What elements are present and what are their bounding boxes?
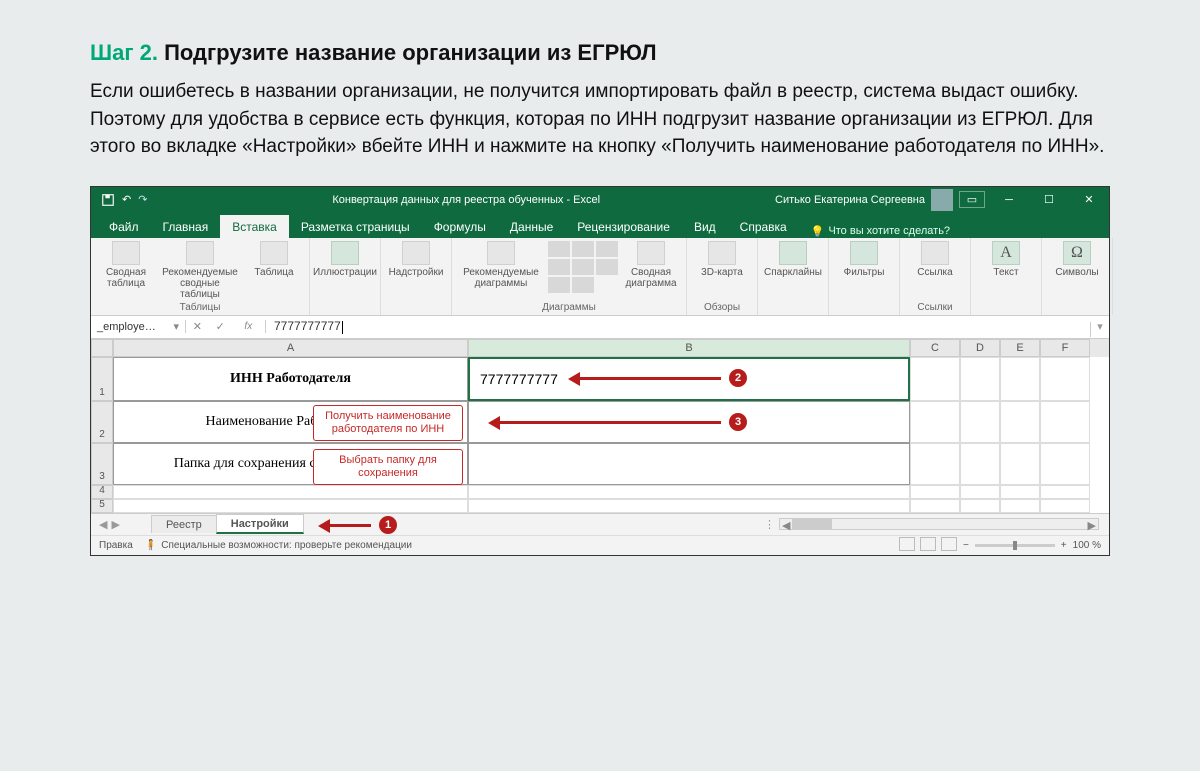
annotation-badge-2: 2	[729, 369, 747, 387]
close-button[interactable]: ✕	[1069, 187, 1109, 213]
cell-a1[interactable]: ИНН Работодателя	[113, 357, 468, 401]
choose-folder-button[interactable]: Выбрать папку для сохранения	[313, 449, 463, 485]
tab-home[interactable]: Главная	[151, 215, 221, 238]
avatar	[931, 189, 953, 211]
tab-insert[interactable]: Вставка	[220, 215, 289, 238]
ribbon: Сводная таблица Рекомендуемые сводные та…	[91, 238, 1109, 316]
pivot-table-button[interactable]: Сводная таблица	[99, 241, 153, 289]
col-header-a[interactable]: A	[113, 339, 468, 357]
view-pagelayout-icon[interactable]	[920, 537, 936, 551]
select-all-corner[interactable]	[91, 339, 113, 357]
cell-b3[interactable]	[468, 443, 910, 485]
pivot-chart-button[interactable]: Сводная диаграмма	[624, 241, 678, 289]
tab-help[interactable]: Справка	[728, 215, 799, 238]
row-header-4[interactable]: 4	[91, 485, 113, 499]
zoom-out-icon[interactable]: −	[963, 540, 969, 551]
accessibility-check[interactable]: 🧍Специальные возможности: проверьте реко…	[145, 540, 412, 551]
col-header-d[interactable]: D	[960, 339, 1000, 357]
name-box[interactable]: _employe…▾	[91, 320, 186, 333]
expand-formulabar-icon[interactable]: ▾	[1091, 320, 1109, 333]
tab-data[interactable]: Данные	[498, 215, 565, 238]
group-charts: Диаграммы	[542, 302, 596, 313]
maximize-button[interactable]: ☐	[1029, 187, 1069, 213]
row-header-5[interactable]: 5	[91, 499, 113, 513]
annotation-badge-3: 3	[729, 413, 747, 431]
horizontal-scrollbar[interactable]: ◀▶	[779, 518, 1099, 530]
3dmap-button[interactable]: 3D-карта	[695, 241, 749, 278]
cancel-edit-icon[interactable]: ✕	[193, 320, 202, 333]
tab-review[interactable]: Рецензирование	[565, 215, 682, 238]
save-icon[interactable]	[101, 193, 115, 207]
tab-pagelayout[interactable]: Разметка страницы	[289, 215, 422, 238]
step-heading: Шаг 2. Подгрузите название организации и…	[90, 40, 1110, 66]
worksheet: A B C D E F 1 ИНН Работодателя 777777777…	[91, 339, 1109, 513]
formula-bar: _employe…▾ ✕ ✓ fx 7777777777 ▾	[91, 316, 1109, 339]
fx-icon[interactable]: fx	[238, 321, 258, 332]
undo-icon[interactable]: ↶	[122, 193, 131, 206]
col-header-f[interactable]: F	[1040, 339, 1090, 357]
chevron-down-icon: ▾	[173, 320, 179, 333]
zoom-percent[interactable]: 100 %	[1073, 540, 1101, 551]
person-icon: 🧍	[145, 540, 157, 551]
redo-icon[interactable]: ↷	[138, 193, 147, 206]
filters-button[interactable]: Фильтры	[837, 241, 891, 278]
view-pagebreak-icon[interactable]	[941, 537, 957, 551]
tab-file[interactable]: Файл	[97, 215, 151, 238]
get-employer-name-button[interactable]: Получить наименование работодателя по ИН…	[313, 405, 463, 441]
row-header-2[interactable]: 2	[91, 401, 113, 443]
illustrations-button[interactable]: Иллюстрации	[318, 241, 372, 278]
zoom-slider[interactable]	[975, 544, 1055, 547]
col-header-b[interactable]: B	[468, 339, 910, 357]
group-tours: Обзоры	[704, 302, 740, 313]
annotation-badge-1: 1	[379, 516, 397, 534]
lightbulb-icon: 💡	[811, 225, 825, 238]
text-button[interactable]: AТекст	[979, 241, 1033, 278]
ribbon-options-icon[interactable]: ▭	[959, 191, 985, 208]
addins-button[interactable]: Надстройки	[389, 241, 443, 278]
step-paragraph: Если ошибетесь в названии организации, н…	[90, 78, 1110, 161]
user-block[interactable]: Ситько Екатерина Сергеевна ▭	[775, 189, 989, 211]
minimize-button[interactable]: ─	[989, 187, 1029, 213]
annotation-arrow-2	[571, 377, 721, 380]
sheet-tabs-bar: ◀▶ Реестр Настройки 1 ⋮ ◀▶	[91, 513, 1109, 535]
window-title: Конвертация данных для реестра обученных…	[157, 194, 775, 206]
group-tables: Таблицы	[180, 302, 221, 313]
symbols-button[interactable]: ΩСимволы	[1050, 241, 1104, 278]
cell-c1[interactable]	[910, 357, 960, 401]
col-header-e[interactable]: E	[1000, 339, 1040, 357]
chart-types-grid[interactable]	[548, 241, 618, 293]
status-mode: Правка	[99, 540, 133, 551]
row-header-1[interactable]: 1	[91, 357, 113, 401]
annotation-arrow-3	[491, 421, 721, 424]
sheet-nav-prev-icon[interactable]: ◀	[99, 518, 107, 531]
table-button[interactable]: Таблица	[247, 241, 301, 278]
link-button[interactable]: Ссылка	[908, 241, 962, 278]
sheet-tab-registry[interactable]: Реестр	[151, 515, 217, 533]
status-bar: Правка 🧍Специальные возможности: проверь…	[91, 535, 1109, 555]
rec-charts-button[interactable]: Рекомендуемые диаграммы	[460, 241, 542, 289]
col-header-c[interactable]: C	[910, 339, 960, 357]
sheet-nav-next-icon[interactable]: ▶	[111, 518, 119, 531]
tab-formulas[interactable]: Формулы	[422, 215, 498, 238]
user-name: Ситько Екатерина Сергеевна	[775, 194, 925, 206]
ribbon-tabs: Файл Главная Вставка Разметка страницы Ф…	[91, 213, 1109, 238]
tab-view[interactable]: Вид	[682, 215, 728, 238]
rec-pivot-button[interactable]: Рекомендуемые сводные таблицы	[159, 241, 241, 300]
view-normal-icon[interactable]	[899, 537, 915, 551]
step-title: Подгрузите название организации из ЕГРЮЛ	[158, 40, 657, 65]
sheet-tab-settings[interactable]: Настройки	[216, 514, 304, 534]
tell-me-label: Что вы хотите сделать?	[828, 225, 950, 237]
step-number: Шаг 2.	[90, 40, 158, 65]
sparklines-button[interactable]: Спарклайны	[766, 241, 820, 278]
confirm-edit-icon[interactable]: ✓	[216, 320, 225, 333]
formula-input[interactable]: 7777777777	[266, 319, 1091, 333]
excel-screenshot: ↶ ↷ Конвертация данных для реестра обуче…	[90, 186, 1110, 556]
zoom-in-icon[interactable]: +	[1061, 540, 1067, 551]
tell-me[interactable]: 💡 Что вы хотите сделать?	[799, 225, 950, 238]
group-links: Ссылки	[917, 302, 952, 313]
annotation-arrow-1	[321, 524, 371, 527]
titlebar: ↶ ↷ Конвертация данных для реестра обуче…	[91, 187, 1109, 213]
row-header-3[interactable]: 3	[91, 443, 113, 485]
